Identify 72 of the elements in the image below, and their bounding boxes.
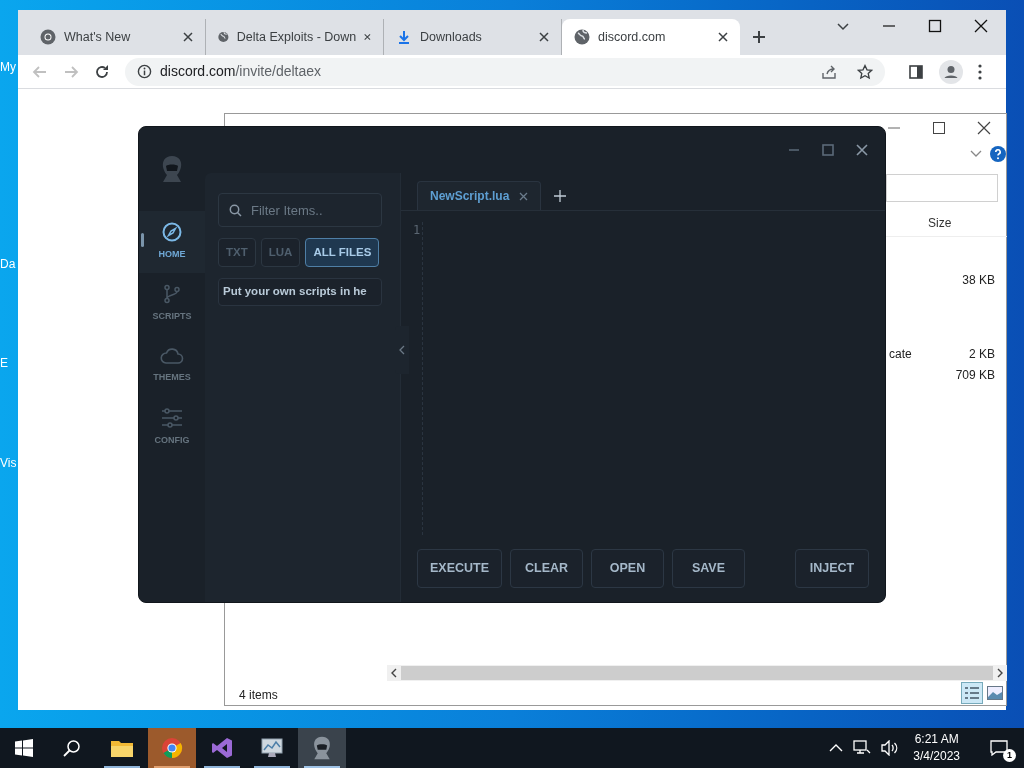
editor-tab[interactable]: NewScript.lua: [417, 181, 542, 210]
action-button[interactable]: OPEN: [591, 549, 664, 588]
start-icon[interactable]: [15, 739, 33, 757]
status-text: 4 items: [239, 687, 278, 704]
taskbar-app[interactable]: [298, 728, 346, 768]
studio-icon[interactable]: [211, 737, 233, 759]
search-icon[interactable]: [63, 739, 81, 757]
expand-ribbon-icon[interactable]: [970, 150, 982, 158]
globe-icon: [218, 29, 229, 45]
horizontal-scrollbar[interactable]: [387, 665, 1007, 681]
notification-badge: 1: [1003, 749, 1016, 762]
star-icon[interactable]: [857, 63, 873, 80]
nav-item[interactable]: HOME: [139, 211, 205, 273]
menu-icon[interactable]: [978, 63, 982, 80]
table-cell-text: 38 KB: [962, 272, 995, 289]
show-hidden-icons-icon[interactable]: [829, 743, 844, 753]
browser-tab[interactable]: Delta Exploits - Down: [206, 19, 384, 55]
close-icon[interactable]: [977, 121, 991, 135]
new-tab-icon[interactable]: [752, 30, 766, 44]
clock-time[interactable]: 6:21 AM: [914, 731, 959, 748]
scroll-left-icon[interactable]: [389, 668, 399, 678]
address-bar[interactable]: discord.com/invite/deltaex: [125, 57, 885, 86]
inject-button[interactable]: INJECT: [795, 549, 869, 588]
large-icons-view-icon[interactable]: [987, 686, 1003, 700]
share-icon[interactable]: [821, 63, 837, 80]
line-number: 1: [413, 222, 420, 238]
action-button[interactable]: CLEAR: [510, 549, 583, 588]
chrome-logo-icon[interactable]: [161, 737, 183, 759]
action-button[interactable]: EXECUTE: [417, 549, 502, 588]
add-tab-icon[interactable]: [554, 189, 567, 202]
globe-icon: [574, 29, 590, 45]
volume-icon[interactable]: [881, 740, 900, 756]
notification-center-button[interactable]: 1: [990, 736, 1014, 760]
script-item[interactable]: Put your own scripts in he: [218, 278, 382, 306]
close-icon[interactable]: [974, 19, 988, 33]
maximize-icon[interactable]: [928, 19, 942, 33]
search-field[interactable]: Filter Items..: [218, 193, 382, 227]
executor-app-icon[interactable]: [311, 736, 333, 760]
search-icon: [229, 204, 242, 217]
side-panel-icon[interactable]: [908, 63, 924, 80]
chrome-logo-icon: [40, 29, 56, 45]
download-icon: [396, 29, 412, 45]
folder-icon[interactable]: [110, 738, 134, 758]
help-icon[interactable]: [990, 146, 1006, 162]
table-cell-text: 709 KB: [955, 367, 995, 384]
table-cell-text: cate: [889, 346, 912, 363]
table-cell-text: 2 KB: [969, 346, 995, 363]
network-icon[interactable]: [853, 740, 872, 756]
profile-icon[interactable]: [939, 59, 963, 84]
info-icon[interactable]: [137, 64, 152, 79]
scroll-right-icon[interactable]: [995, 668, 1005, 678]
filter-chip[interactable]: ALL FILES: [305, 238, 380, 267]
details-view-icon[interactable]: [961, 682, 983, 704]
url-text: discord.com/invite/deltaex: [160, 62, 322, 81]
close-icon[interactable]: [539, 32, 549, 42]
maximize-icon[interactable]: [932, 121, 946, 135]
close-icon[interactable]: [364, 32, 371, 42]
scrollbar-thumb[interactable]: [401, 666, 993, 680]
monitor-app-icon[interactable]: [260, 737, 284, 759]
close-icon[interactable]: [718, 32, 728, 42]
compass-icon[interactable]: [162, 222, 182, 243]
reload-icon[interactable]: [94, 63, 110, 80]
column-header[interactable]: Size: [928, 213, 952, 232]
logo-icon: [160, 155, 184, 183]
sliders-icon[interactable]: [161, 408, 183, 429]
notification-icon[interactable]: [990, 740, 1008, 756]
clock-date[interactable]: 3/4/2023: [913, 748, 960, 765]
action-button[interactable]: SAVE: [672, 549, 745, 588]
browser-tab[interactable]: What's New: [28, 19, 206, 55]
close-icon[interactable]: [183, 32, 193, 42]
chevron-left-icon[interactable]: [399, 345, 405, 355]
browser-tab[interactable]: discord.com: [562, 19, 740, 55]
